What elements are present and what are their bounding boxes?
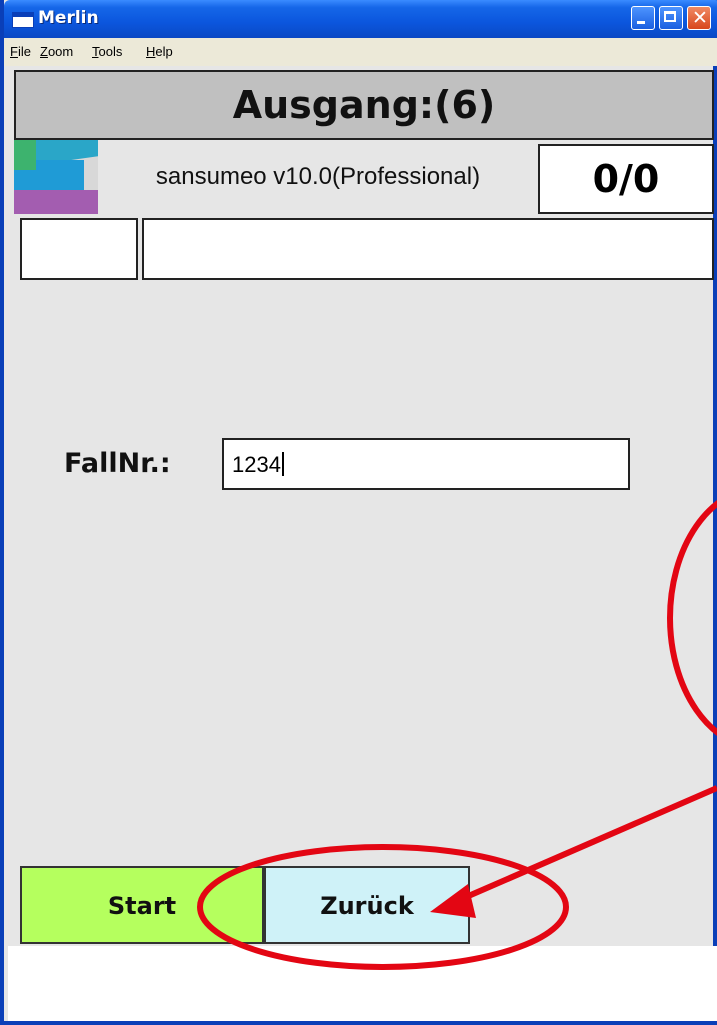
app-window-icon [12,12,34,28]
text-caret [281,452,284,476]
menu-zoom[interactable]: Zoom [40,44,73,59]
version-text: sansumeo v10.0(Professional) [155,163,481,190]
header-title: Ausgang:(6) [232,83,496,127]
menu-file[interactable]: File [10,44,31,59]
menu-tools[interactable]: Tools [92,44,122,59]
info-row: sansumeo v10.0(Professional) 0/0 [14,140,714,214]
fallnr-input[interactable]: 1234 [222,438,630,490]
status-box-small [20,218,138,280]
start-button[interactable]: Start [20,866,264,944]
merlin-window: Merlin ✕ File Zoom Tools Help Ausgang:(6… [0,0,717,1025]
counter-display: 0/0 [538,144,714,214]
menu-bar: File Zoom Tools Help [4,38,717,66]
fallnr-label: FallNr.: [64,448,171,479]
maximize-button[interactable] [659,6,683,30]
close-icon: ✕ [692,7,708,29]
minimize-button[interactable] [631,6,655,30]
back-button[interactable]: Zurück [264,866,470,944]
header-banner: Ausgang:(6) [14,70,714,140]
status-box-wide [142,218,714,280]
bottom-blank-area [8,946,717,1021]
sansumeo-logo [14,140,98,214]
fallnr-value: 1234 [232,452,281,477]
menu-help[interactable]: Help [146,44,173,59]
window-title: Merlin [38,8,99,28]
close-button[interactable]: ✕ [687,6,711,30]
title-bar[interactable]: Merlin ✕ [4,0,717,38]
